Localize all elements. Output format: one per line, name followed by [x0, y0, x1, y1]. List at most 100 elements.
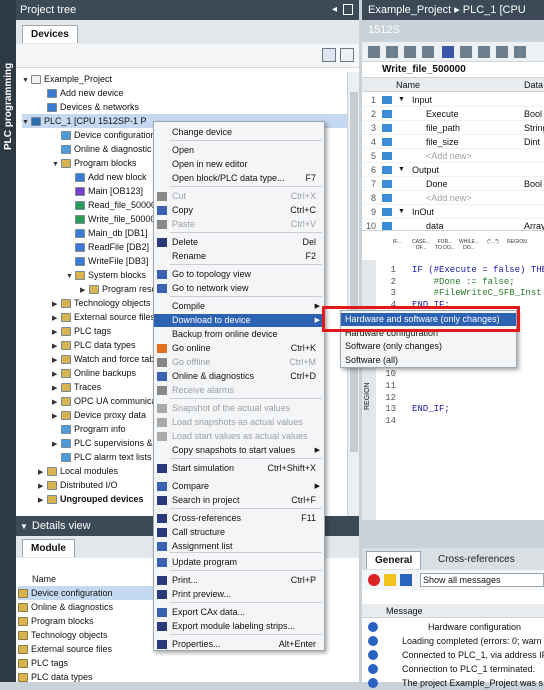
code-editor[interactable]: 1 IF (#Execute = false) THEN 2 #Done := fa… [376, 260, 544, 520]
row-expand-icon[interactable]: ▼ [398, 93, 405, 107]
context-menu-item[interactable]: Load start values as actual values [154, 430, 324, 443]
code-template-button[interactable]: FOR... TO DO... [434, 239, 456, 251]
collapse-panel-icon[interactable]: ◂ [332, 0, 337, 20]
message-row[interactable]: The project Example_Project was s [362, 676, 544, 690]
expand-arrow-icon[interactable]: ▼ [22, 74, 31, 88]
context-menu-item[interactable]: Print preview... [154, 588, 324, 601]
toolbar-button-icon[interactable] [404, 46, 416, 58]
pin-panel-icon[interactable] [343, 4, 353, 15]
context-menu-item[interactable]: Compare ▶ [154, 480, 324, 493]
interface-row[interactable]: 2 Execute Bool [362, 107, 544, 121]
warning-filter-icon[interactable] [384, 574, 396, 586]
details-item[interactable]: Online & diagnostics [18, 600, 156, 614]
code-line[interactable]: 1 IF (#Execute = false) THEN [376, 264, 544, 276]
code-line[interactable]: 11 [376, 380, 544, 392]
context-menu-item[interactable]: Receive alarms [154, 384, 324, 397]
tab-devices[interactable]: Devices [22, 25, 78, 43]
submenu-item[interactable]: Software (all) [341, 354, 516, 367]
expand-arrow-icon[interactable]: ▶ [38, 494, 47, 508]
context-menu-item[interactable]: Export module labeling strips... [154, 620, 324, 633]
interface-row[interactable]: 9 ▼ InOut [362, 205, 544, 219]
interface-row[interactable]: 3 file_path String [362, 121, 544, 135]
details-item[interactable]: Program blocks [18, 614, 156, 628]
tab-general[interactable]: General [366, 551, 422, 569]
message-row[interactable]: Hardware configuration [362, 620, 544, 634]
context-menu-item[interactable]: Call structure [154, 526, 324, 539]
context-menu-item[interactable]: Go to network view [154, 282, 324, 295]
code-template-button[interactable]: IF... [386, 239, 408, 245]
context-menu-item[interactable]: Cross-references F11 [154, 512, 324, 525]
submenu-item[interactable]: Software (only changes) [341, 340, 516, 353]
message-row[interactable]: Loading completed (errors: 0; warn [362, 634, 544, 648]
context-menu-item[interactable]: Change device [154, 126, 324, 139]
code-line[interactable]: 10 [376, 368, 544, 380]
context-menu-item[interactable]: Export CAx data... [154, 606, 324, 619]
details-item[interactable]: External source files [18, 642, 156, 656]
region-sidebar[interactable]: REGION [362, 260, 376, 520]
context-menu-item[interactable]: Copy Ctrl+C [154, 204, 324, 217]
message-row[interactable]: Connection to PLC_1 terminated. [362, 662, 544, 676]
context-menu-item[interactable]: Go online Ctrl+K [154, 342, 324, 355]
context-menu-item[interactable]: Download to device ▶ [154, 314, 324, 327]
code-line[interactable]: 14 [376, 415, 544, 427]
expand-arrow-icon[interactable]: ▼ [22, 116, 31, 130]
context-menu-item[interactable]: Backup from online device [154, 328, 324, 341]
interface-row[interactable]: 6 ▼ Output [362, 163, 544, 177]
message-filter-select[interactable]: Show all messages [420, 573, 544, 587]
context-menu-item[interactable]: Cut Ctrl+X [154, 190, 324, 203]
context-menu-item[interactable]: Update program [154, 556, 324, 569]
toolbar-button-icon[interactable] [386, 46, 398, 58]
context-menu-item[interactable]: Search in project Ctrl+F [154, 494, 324, 507]
tree-item[interactable]: ▼ Example_Project [22, 72, 347, 86]
context-menu-item[interactable]: Open in new editor [154, 158, 324, 171]
context-menu-item[interactable]: Open [154, 144, 324, 157]
code-line[interactable]: 12 [376, 392, 544, 404]
details-item[interactable]: PLC tags [18, 656, 156, 670]
message-row[interactable]: Connected to PLC_1, via address IP= [362, 648, 544, 662]
toolbar-button-icon[interactable] [478, 46, 490, 58]
context-menu-item[interactable]: Snapshot of the actual values [154, 402, 324, 415]
expand-arrow-icon[interactable]: ▼ [52, 158, 61, 172]
plc-programming-vertical-tab[interactable]: PLC programming [0, 0, 16, 682]
context-menu-item[interactable]: Load snapshots as actual values [154, 416, 324, 429]
tree-item[interactable]: Add new device [38, 86, 347, 100]
context-menu-item[interactable]: Copy snapshots to start values ▶ [154, 444, 324, 457]
code-line[interactable]: 3 #FileWriteC_SFB_Inst [376, 287, 544, 299]
toolbar-button-icon[interactable] [442, 46, 454, 58]
expand-arrow-icon[interactable]: ▼ [66, 270, 75, 284]
toolbar-button-icon[interactable] [368, 46, 380, 58]
toolbar-button-icon[interactable] [422, 46, 434, 58]
interface-row[interactable]: 4 file_size Dint [362, 135, 544, 149]
error-filter-icon[interactable] [368, 574, 380, 586]
context-menu-item[interactable]: Rename F2 [154, 250, 324, 263]
context-menu-item[interactable]: Assignment list [154, 540, 324, 553]
tree-item[interactable]: Devices & networks [38, 100, 347, 114]
tree-options-icon[interactable] [340, 48, 354, 62]
context-menu-item[interactable]: Go to topology view [154, 268, 324, 281]
code-line[interactable]: 2 #Done := false; [376, 276, 544, 288]
context-menu-item[interactable]: Properties... Alt+Enter [154, 638, 324, 651]
details-item[interactable]: Device configuration [18, 586, 156, 600]
details-expand-icon[interactable]: ▼ [20, 522, 28, 531]
interface-row[interactable]: 1 ▼ Input [362, 93, 544, 107]
context-menu-item[interactable]: Open block/PLC data type... F7 [154, 172, 324, 185]
context-menu-item[interactable]: Online & diagnostics Ctrl+D [154, 370, 324, 383]
context-menu-item[interactable]: Print... Ctrl+P [154, 574, 324, 587]
toolbar-button-icon[interactable] [460, 46, 472, 58]
code-line[interactable]: 13 END_IF; [376, 403, 544, 415]
project-tree-scrollbar[interactable] [347, 72, 359, 516]
view-toggle-icon[interactable] [322, 48, 336, 62]
code-template-button[interactable]: WHILE... DO... [458, 239, 480, 251]
context-menu-item[interactable]: Compile ▶ [154, 300, 324, 313]
details-item[interactable]: Technology objects [18, 628, 156, 642]
info-filter-icon[interactable] [400, 574, 412, 586]
context-menu-item[interactable]: Start simulation Ctrl+Shift+X [154, 462, 324, 475]
context-menu-item[interactable]: Delete Del [154, 236, 324, 249]
editor-breadcrumb[interactable]: Example_Project ▸ PLC_1 [CPU 1512S [368, 4, 526, 36]
interface-row[interactable]: 5 <Add new> [362, 149, 544, 163]
toolbar-button-icon[interactable] [496, 46, 508, 58]
context-menu-item[interactable]: Go offline Ctrl+M [154, 356, 324, 369]
scrollbar-thumb[interactable] [350, 92, 358, 452]
tab-module[interactable]: Module [22, 539, 75, 557]
interface-row[interactable]: 8 <Add new> [362, 191, 544, 205]
